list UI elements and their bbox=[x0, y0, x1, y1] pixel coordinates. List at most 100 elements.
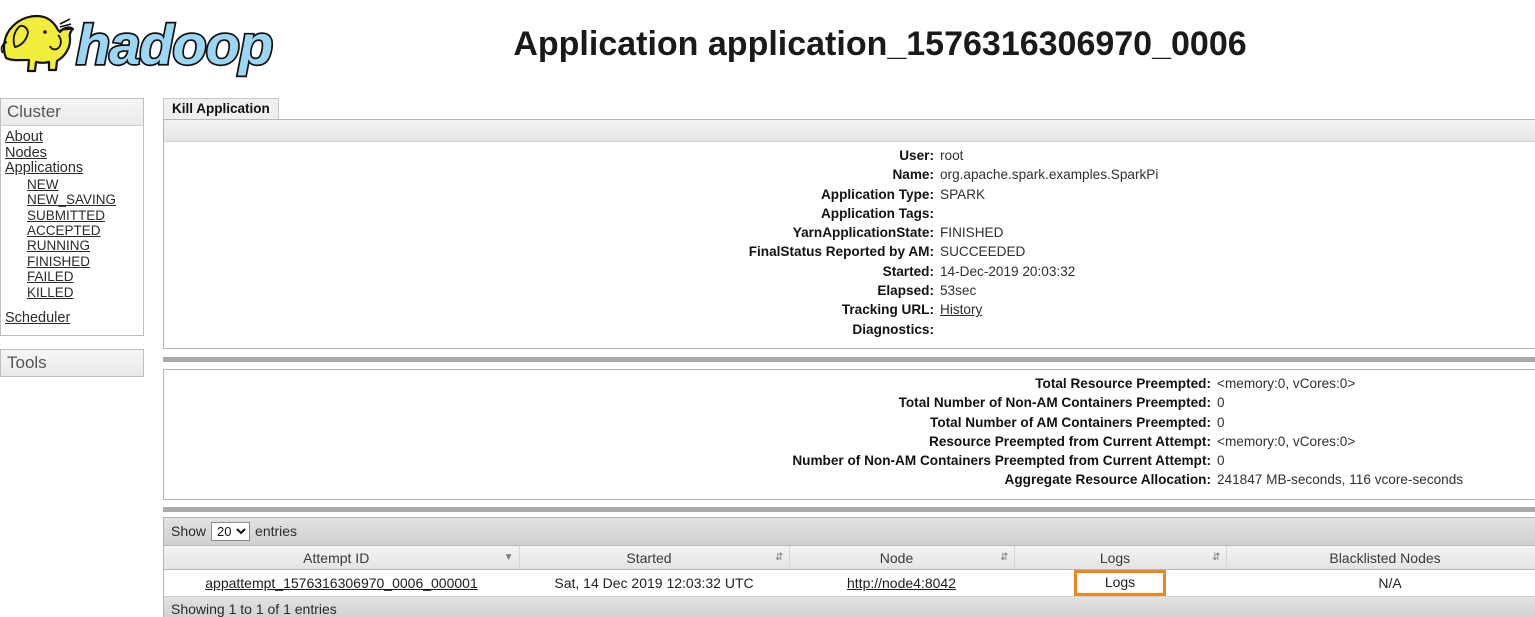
sidebar-item-running[interactable]: RUNNING bbox=[1, 238, 143, 253]
info-row-application-tags: Application Tags: bbox=[164, 204, 1535, 223]
datatable-info-footer: Showing 1 to 1 of 1 entries bbox=[163, 597, 1535, 617]
info-row-application-type: Application Type: SPARK bbox=[164, 185, 1535, 204]
info-value-started: 14-Dec-2019 20:03:32 bbox=[940, 263, 1076, 279]
info-label-elapsed: Elapsed: bbox=[877, 283, 934, 299]
attempt-id-link[interactable]: appattempt_1576316306970_0006_000001 bbox=[205, 575, 478, 591]
show-entries-suffix-label: entries bbox=[255, 523, 298, 540]
resource-value-aggregate-resource-allocation: 241847 MB-seconds, 116 vcore-seconds bbox=[1217, 472, 1464, 488]
info-row-started: Started: 14-Dec-2019 20:03:32 bbox=[164, 262, 1535, 281]
info-label-final-status: FinalStatus Reported by AM: bbox=[748, 244, 934, 260]
attempts-table-header-row: Attempt ID ▼ Started ⇵ Node ⇵ Logs ⇵ Bla… bbox=[164, 545, 1535, 571]
resource-row-total-am-containers-preempted: Total Number of AM Containers Preempted:… bbox=[164, 413, 1535, 432]
column-label-node: Node bbox=[879, 549, 914, 566]
sidebar-item-failed[interactable]: FAILED bbox=[1, 269, 143, 284]
resource-value-preempted-current-attempt: <memory:0, vCores:0> bbox=[1217, 433, 1356, 449]
resource-row-total-resource-preempted: Total Resource Preempted: <memory:0, vCo… bbox=[164, 374, 1535, 393]
sort-desc-icon[interactable]: ▼ bbox=[504, 552, 514, 563]
page-title: Application application_1576316306970_00… bbox=[513, 25, 1247, 63]
info-value-name: org.apache.spark.examples.SparkPi bbox=[940, 167, 1159, 183]
info-label-diagnostics: Diagnostics: bbox=[852, 321, 934, 337]
info-value-final-status: SUCCEEDED bbox=[940, 244, 1026, 260]
info-label-tracking-url: Tracking URL: bbox=[841, 302, 934, 318]
main-content: Kill Application User: root Name: org.ap… bbox=[163, 98, 1535, 617]
info-label-started: Started: bbox=[882, 263, 934, 279]
resource-row-total-non-am-containers-preempted: Total Number of Non-AM Containers Preemp… bbox=[164, 393, 1535, 412]
attempts-table: Attempt ID ▼ Started ⇵ Node ⇵ Logs ⇵ Bla… bbox=[164, 545, 1535, 598]
logs-link[interactable]: Logs bbox=[1105, 574, 1135, 590]
resource-value-total-am-containers-preempted: 0 bbox=[1217, 414, 1225, 430]
sidebar-item-nodes[interactable]: Nodes bbox=[1, 145, 143, 162]
column-label-logs: Logs bbox=[1099, 549, 1131, 566]
info-row-name: Name: org.apache.spark.examples.SparkPi bbox=[164, 165, 1535, 184]
column-header-logs[interactable]: Logs ⇵ bbox=[1014, 545, 1227, 571]
svg-text:hadoop: hadoop bbox=[76, 13, 272, 76]
sort-both-icon[interactable]: ⇵ bbox=[1212, 552, 1220, 563]
tracking-url-link[interactable]: History bbox=[940, 302, 982, 317]
resource-label-preempted-current-attempt: Resource Preempted from Current Attempt: bbox=[929, 433, 1211, 449]
table-row: appattempt_1576316306970_0006_000001 Sat… bbox=[164, 569, 1535, 598]
sidebar-item-new[interactable]: NEW bbox=[1, 177, 143, 192]
datatable-length-control: Show 20 entries bbox=[164, 517, 1535, 546]
page-size-select[interactable]: 20 bbox=[211, 521, 251, 541]
sidebar-item-new-saving[interactable]: NEW_SAVING bbox=[1, 192, 143, 207]
node-link[interactable]: http://node4:8042 bbox=[847, 575, 956, 591]
logs-link-highlight[interactable]: Logs bbox=[1073, 570, 1167, 596]
info-value-yarn-application-state: FINISHED bbox=[940, 225, 1004, 241]
section-separator-1 bbox=[163, 356, 1535, 362]
cell-node: http://node4:8042 bbox=[789, 569, 1014, 598]
sidebar-item-scheduler[interactable]: Scheduler bbox=[1, 310, 143, 327]
sidebar-item-applications[interactable]: Applications bbox=[1, 161, 143, 177]
sort-both-icon[interactable]: ⇵ bbox=[1000, 552, 1008, 563]
resource-info-table: Total Resource Preempted: <memory:0, vCo… bbox=[163, 368, 1535, 500]
sidebar-item-about[interactable]: About bbox=[1, 129, 143, 146]
info-row-tracking-url: Tracking URL: History bbox=[164, 300, 1535, 319]
resource-value-total-non-am-containers-preempted: 0 bbox=[1217, 395, 1225, 411]
info-label-application-tags: Application Tags: bbox=[820, 205, 934, 221]
sidebar-item-accepted[interactable]: ACCEPTED bbox=[1, 223, 143, 238]
resource-label-total-am-containers-preempted: Total Number of AM Containers Preempted: bbox=[930, 414, 1211, 430]
resource-row-preempted-current-attempt: Resource Preempted from Current Attempt:… bbox=[164, 432, 1535, 451]
cell-logs: Logs bbox=[1014, 569, 1226, 598]
info-value-user: root bbox=[940, 148, 964, 163]
hadoop-logo[interactable]: hadoop bbox=[0, 2, 278, 84]
cell-started: Sat, 14 Dec 2019 12:03:32 UTC bbox=[519, 569, 789, 598]
kill-application-button[interactable]: Kill Application bbox=[163, 98, 279, 119]
resource-label-total-non-am-containers-preempted: Total Number of Non-AM Containers Preemp… bbox=[898, 395, 1211, 411]
resource-value-non-am-containers-current-attempt: 0 bbox=[1217, 453, 1225, 469]
column-label-started: Started bbox=[626, 549, 672, 566]
sidebar-tools-box: Tools bbox=[0, 348, 144, 377]
hadoop-logo-icon: hadoop bbox=[0, 11, 275, 78]
info-value-tracking-url: History bbox=[940, 300, 982, 319]
resource-label-aggregate-resource-allocation: Aggregate Resource Allocation: bbox=[1004, 472, 1211, 488]
application-info-table-header bbox=[164, 120, 1535, 142]
attempts-datatable: Show 20 entries Attempt ID ▼ Started ⇵ N… bbox=[163, 516, 1535, 598]
sidebar: Cluster About Nodes Applications NEW NEW… bbox=[0, 98, 144, 377]
resource-value-total-resource-preempted: <memory:0, vCores:0> bbox=[1217, 375, 1356, 391]
cell-blacklisted-nodes: N/A bbox=[1226, 569, 1535, 598]
page-root: hadoop Application application_157631630… bbox=[0, 0, 1535, 617]
show-entries-prefix-label: Show bbox=[171, 523, 207, 540]
sidebar-heading-cluster: Cluster bbox=[1, 98, 143, 126]
page-header: hadoop Application application_157631630… bbox=[0, 0, 1535, 92]
sidebar-item-finished[interactable]: FINISHED bbox=[1, 254, 143, 269]
column-label-attempt-id: Attempt ID bbox=[303, 549, 370, 566]
column-header-started[interactable]: Started ⇵ bbox=[519, 545, 790, 571]
info-label-application-type: Application Type: bbox=[820, 186, 934, 202]
column-header-attempt-id[interactable]: Attempt ID ▼ bbox=[164, 545, 520, 571]
sidebar-cluster-box: Cluster About Nodes Applications NEW NEW… bbox=[0, 98, 144, 336]
column-header-node[interactable]: Node ⇵ bbox=[789, 545, 1015, 571]
info-row-diagnostics: Diagnostics: bbox=[164, 320, 1535, 339]
sidebar-links: About Nodes Applications NEW NEW_SAVING … bbox=[1, 126, 143, 335]
info-row-elapsed: Elapsed: 53sec bbox=[164, 281, 1535, 300]
sidebar-item-submitted[interactable]: SUBMITTED bbox=[1, 208, 143, 223]
column-label-blacklisted-nodes: Blacklisted Nodes bbox=[1329, 549, 1441, 566]
sort-both-icon[interactable]: ⇵ bbox=[775, 552, 783, 563]
cell-attempt-id: appattempt_1576316306970_0006_000001 bbox=[164, 569, 519, 598]
resource-info-rows: Total Resource Preempted: <memory:0, vCo… bbox=[164, 370, 1535, 499]
info-label-yarn-application-state: YarnApplicationState: bbox=[792, 225, 934, 241]
section-separator-2 bbox=[163, 506, 1535, 512]
resource-label-non-am-containers-current-attempt: Number of Non-AM Containers Preempted fr… bbox=[792, 453, 1211, 469]
resource-row-non-am-containers-current-attempt: Number of Non-AM Containers Preempted fr… bbox=[164, 451, 1535, 470]
sidebar-item-killed[interactable]: KILLED bbox=[1, 285, 143, 300]
column-header-blacklisted-nodes[interactable]: Blacklisted Nodes bbox=[1226, 545, 1535, 571]
